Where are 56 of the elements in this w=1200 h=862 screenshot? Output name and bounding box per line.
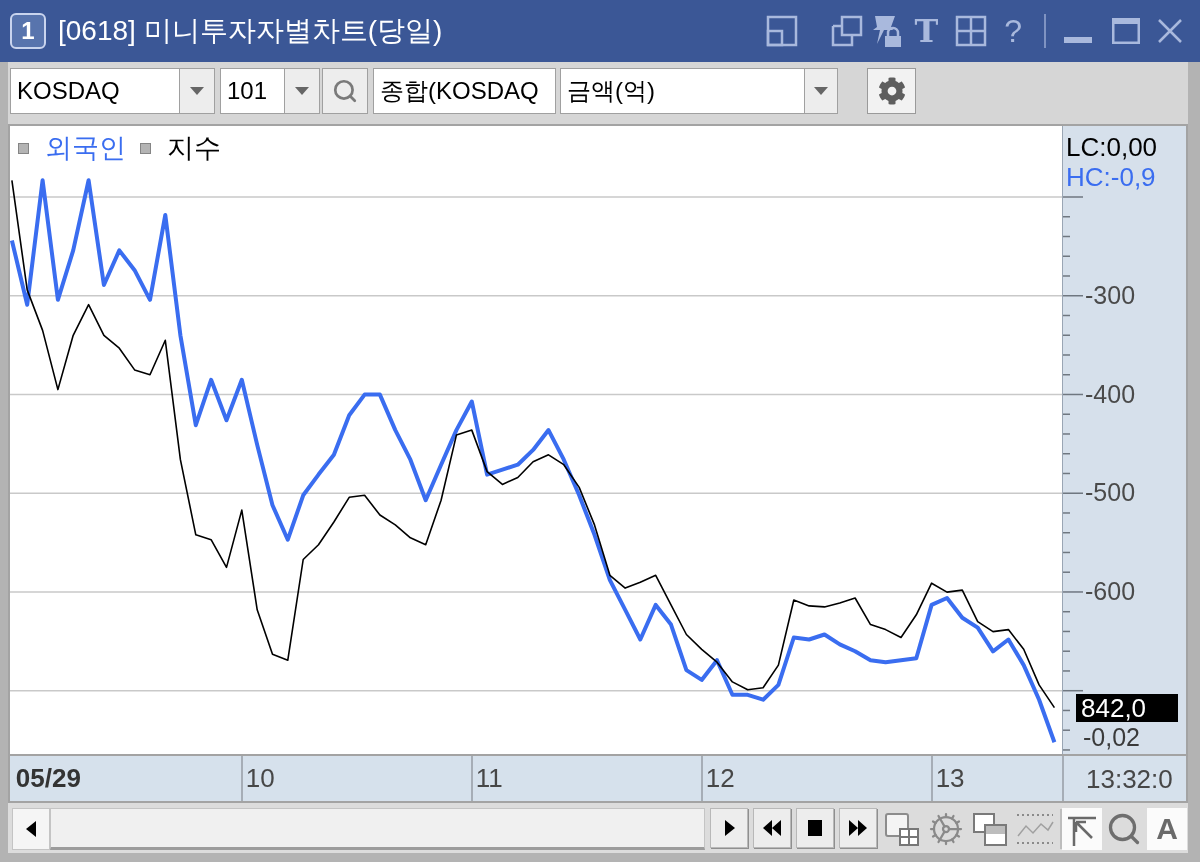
- stop-icon: [805, 819, 825, 837]
- help-glyph[interactable]: ?: [1004, 15, 1022, 47]
- dropdown-button[interactable]: [285, 68, 320, 114]
- window-grid-icon[interactable]: [884, 811, 920, 847]
- lc-reading: LC:0,00: [1066, 134, 1158, 160]
- y-axis-label: -400: [1085, 381, 1136, 407]
- dotted-line-chart-icon[interactable]: [1016, 812, 1054, 846]
- dropdown-button[interactable]: [180, 68, 215, 114]
- x-axis-label: 12: [705, 765, 735, 791]
- scroll-left-button[interactable]: [12, 808, 50, 850]
- rewind-button[interactable]: [753, 808, 791, 848]
- name-field: 종합(KOSDAQ: [373, 68, 556, 114]
- window-title: [0618] 미니투자자별차트(당일): [58, 17, 443, 45]
- rewind-icon: [762, 819, 782, 837]
- font-tool-glyph[interactable]: A: [1147, 808, 1187, 850]
- hc-reading: HC:-0,9: [1066, 164, 1156, 190]
- code-field[interactable]: 101: [220, 68, 285, 114]
- market-field[interactable]: KOSDAQ: [10, 68, 180, 114]
- overlapping-windows-icon[interactable]: [972, 811, 1008, 847]
- search-button[interactable]: [322, 68, 368, 114]
- gear-icon[interactable]: [928, 811, 964, 847]
- window-layout-icon[interactable]: [766, 15, 799, 47]
- x-axis-label: 10: [245, 765, 275, 791]
- unit-field[interactable]: 금액(억): [560, 68, 805, 114]
- settings-icon: [877, 77, 906, 105]
- y-axis-label: -600: [1085, 579, 1136, 605]
- search-icon[interactable]: [1106, 811, 1142, 847]
- dropdown-button[interactable]: [805, 68, 838, 114]
- overlapping-windows-icon[interactable]: [831, 15, 864, 47]
- search-icon: [332, 78, 358, 104]
- caret-down-icon: [814, 87, 828, 95]
- settings-button[interactable]: [867, 68, 916, 114]
- stop-button[interactable]: [796, 808, 834, 848]
- x-axis-label: 05/29: [15, 765, 81, 791]
- y-axis-label: -500: [1085, 480, 1136, 506]
- legend-marker-icon: [18, 143, 29, 154]
- maximize-icon[interactable]: [1112, 18, 1140, 44]
- text-tool-glyph[interactable]: T: [914, 15, 939, 47]
- grid-icon[interactable]: [955, 15, 988, 47]
- close-icon[interactable]: [1158, 19, 1182, 43]
- window-number: 1: [10, 13, 46, 49]
- time-label: 13:32:0: [1086, 765, 1173, 792]
- y-axis-label: -300: [1085, 282, 1136, 308]
- x-axis-label: 11: [475, 765, 503, 791]
- fast-forward-icon: [848, 819, 868, 837]
- caret-down-icon: [190, 87, 204, 95]
- current-price-tag: 842,0: [1076, 693, 1178, 722]
- scroll-left-arrow-icon: [26, 821, 36, 837]
- fast-forward-button[interactable]: [839, 808, 877, 848]
- play-button[interactable]: [710, 808, 748, 848]
- x-axis-label: 13: [935, 765, 965, 791]
- legend-label: 외국인: [45, 135, 126, 162]
- legend-label: 지수: [167, 135, 221, 162]
- legend-marker-icon: [140, 143, 151, 154]
- price-change-text: -0,02: [1083, 724, 1140, 750]
- caret-down-icon: [295, 87, 309, 95]
